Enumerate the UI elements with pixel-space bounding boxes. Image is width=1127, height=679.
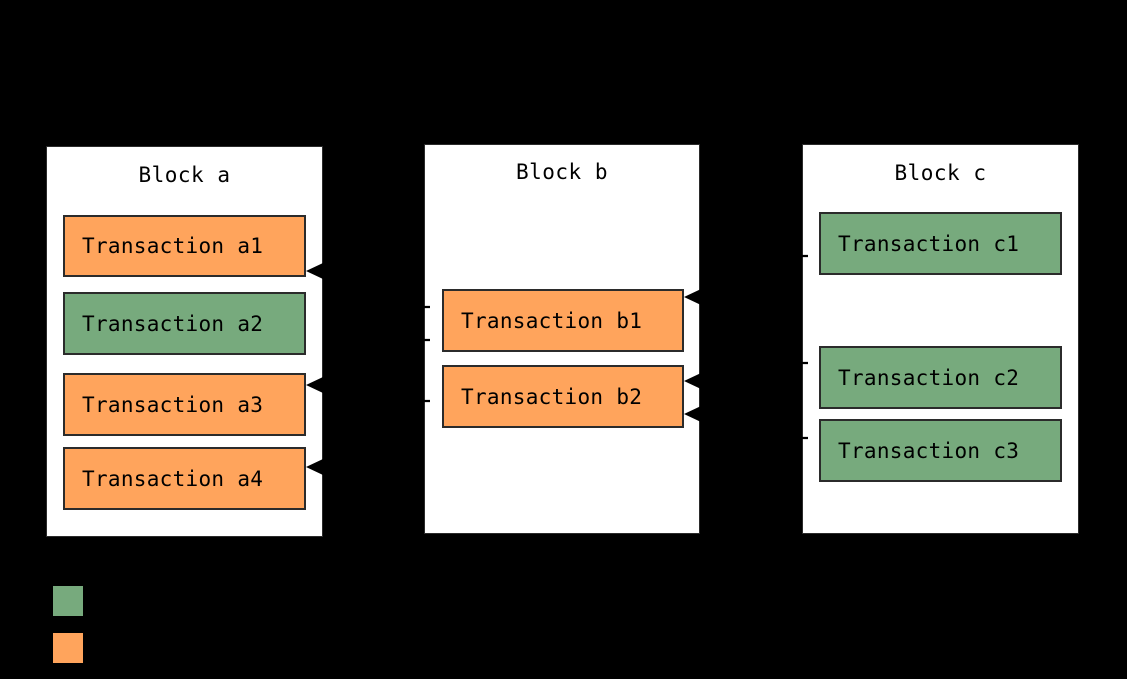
diagram-canvas: Block a Block b Block c Transaction a1 T…: [0, 0, 1127, 679]
transaction-a4[interactable]: Transaction a4: [63, 447, 306, 510]
edge-b1-to-a1: [306, 263, 430, 309]
legend-swatch-green: [53, 586, 83, 616]
transaction-c2[interactable]: Transaction c2: [819, 346, 1062, 409]
transaction-b2[interactable]: Transaction b2: [442, 365, 684, 428]
transaction-a1[interactable]: Transaction a1: [63, 215, 306, 277]
edge-b2-to-a4: [306, 399, 430, 475]
transaction-c3[interactable]: Transaction c3: [819, 419, 1062, 482]
block-b-title: Block b: [515, 160, 608, 184]
block-a-title: Block a: [138, 163, 231, 187]
edge-c1-to-b1: [684, 254, 808, 305]
block-c-title: Block c: [894, 161, 987, 185]
edge-c2-to-b2: [684, 361, 808, 389]
transaction-a3[interactable]: Transaction a3: [63, 373, 306, 436]
transaction-b1[interactable]: Transaction b1: [442, 289, 684, 352]
legend-swatch-orange: [53, 633, 83, 663]
edge-b1-to-a3: [306, 338, 430, 393]
edge-c3-to-b2: [684, 406, 808, 440]
transaction-c1[interactable]: Transaction c1: [819, 212, 1062, 275]
transaction-a2[interactable]: Transaction a2: [63, 292, 306, 355]
